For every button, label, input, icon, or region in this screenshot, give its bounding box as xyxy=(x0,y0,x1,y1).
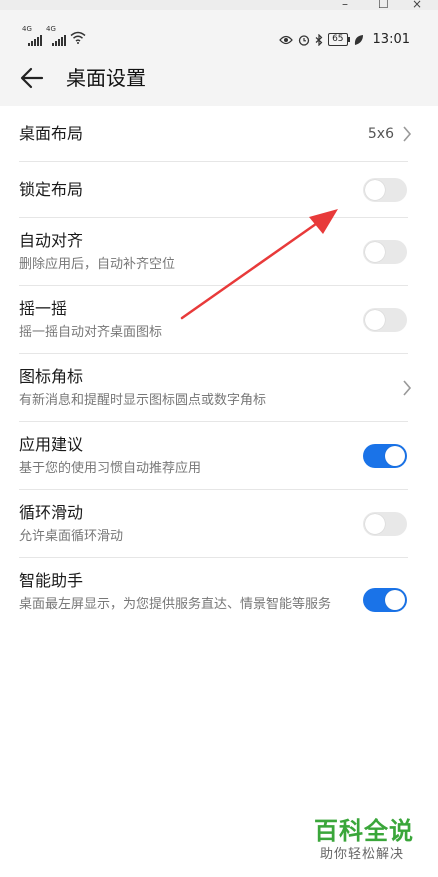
setting-description: 桌面最左屏显示，为您提供服务直达、情景智能等服务 xyxy=(19,597,332,612)
eye-comfort-icon xyxy=(279,35,293,44)
setting-label: 图标角标 xyxy=(19,367,84,386)
setting-label: 智能助手 xyxy=(19,571,84,590)
setting-label: 桌面布局 xyxy=(19,124,84,143)
setting-loop-scroll: 循环滑动 允许桌面循环滑动 xyxy=(0,490,438,558)
setting-desktop-layout[interactable]: 桌面布局 5x6 xyxy=(0,106,438,162)
loop-scroll-toggle[interactable] xyxy=(363,512,407,536)
lock-layout-toggle[interactable] xyxy=(363,178,407,202)
auto-align-toggle[interactable] xyxy=(363,240,407,264)
watermark-logo: 百科全说 助你轻松解决 xyxy=(314,816,426,864)
smart-assistant-toggle[interactable] xyxy=(363,588,407,612)
settings-list: 桌面布局 5x6 锁定布局 自动对齐 删除应用后，自动补齐空位 摇一摇 摇一摇自… xyxy=(0,106,438,644)
title-bar: 桌面设置 xyxy=(0,50,438,106)
back-arrow-icon[interactable] xyxy=(18,64,46,92)
wifi-icon xyxy=(70,31,86,44)
setting-description: 有新消息和提醒时显示图标圆点或数字角标 xyxy=(19,393,267,408)
status-time: 13:01 xyxy=(372,32,410,47)
setting-smart-assistant: 智能助手 桌面最左屏显示，为您提供服务直达、情景智能等服务 xyxy=(0,558,438,644)
setting-description: 允许桌面循环滑动 xyxy=(19,529,124,544)
setting-description: 基于您的使用习惯自动推荐应用 xyxy=(19,461,202,476)
alarm-icon xyxy=(298,34,310,46)
status-bar: 4G 4G 65 13:01 xyxy=(0,10,438,50)
shake-toggle[interactable] xyxy=(363,308,407,332)
signal-bars-icon xyxy=(28,34,44,46)
setting-label: 自动对齐 xyxy=(19,231,84,250)
bluetooth-icon xyxy=(315,33,323,46)
power-saving-leaf-icon xyxy=(354,34,363,45)
setting-label: 锁定布局 xyxy=(19,180,84,199)
setting-description: 删除应用后，自动补齐空位 xyxy=(19,257,176,272)
window-chrome: – ☐ × xyxy=(0,0,438,11)
signal-type-1: 4G xyxy=(22,25,32,33)
signal-type-2: 4G xyxy=(46,25,56,33)
chevron-right-icon xyxy=(403,380,412,396)
battery-icon: 65 xyxy=(328,33,351,46)
setting-app-suggest: 应用建议 基于您的使用习惯自动推荐应用 xyxy=(0,422,438,490)
chevron-right-icon xyxy=(403,126,412,142)
page-title: 桌面设置 xyxy=(66,66,146,90)
app-suggest-toggle[interactable] xyxy=(363,444,407,468)
setting-label: 摇一摇 xyxy=(19,299,68,318)
setting-value: 5x6 xyxy=(367,126,394,142)
signal-bars-icon xyxy=(52,34,68,46)
setting-label: 应用建议 xyxy=(19,435,84,454)
watermark-title: 百科全说 xyxy=(314,817,414,845)
setting-lock-layout: 锁定布局 xyxy=(0,162,438,218)
setting-label: 循环滑动 xyxy=(19,503,84,522)
watermark-subtitle: 助你轻松解决 xyxy=(320,847,405,862)
setting-shake: 摇一摇 摇一摇自动对齐桌面图标 xyxy=(0,286,438,354)
setting-icon-badge[interactable]: 图标角标 有新消息和提醒时显示图标圆点或数字角标 xyxy=(0,354,438,422)
setting-description: 摇一摇自动对齐桌面图标 xyxy=(19,325,163,340)
setting-auto-align: 自动对齐 删除应用后，自动补齐空位 xyxy=(0,218,438,286)
